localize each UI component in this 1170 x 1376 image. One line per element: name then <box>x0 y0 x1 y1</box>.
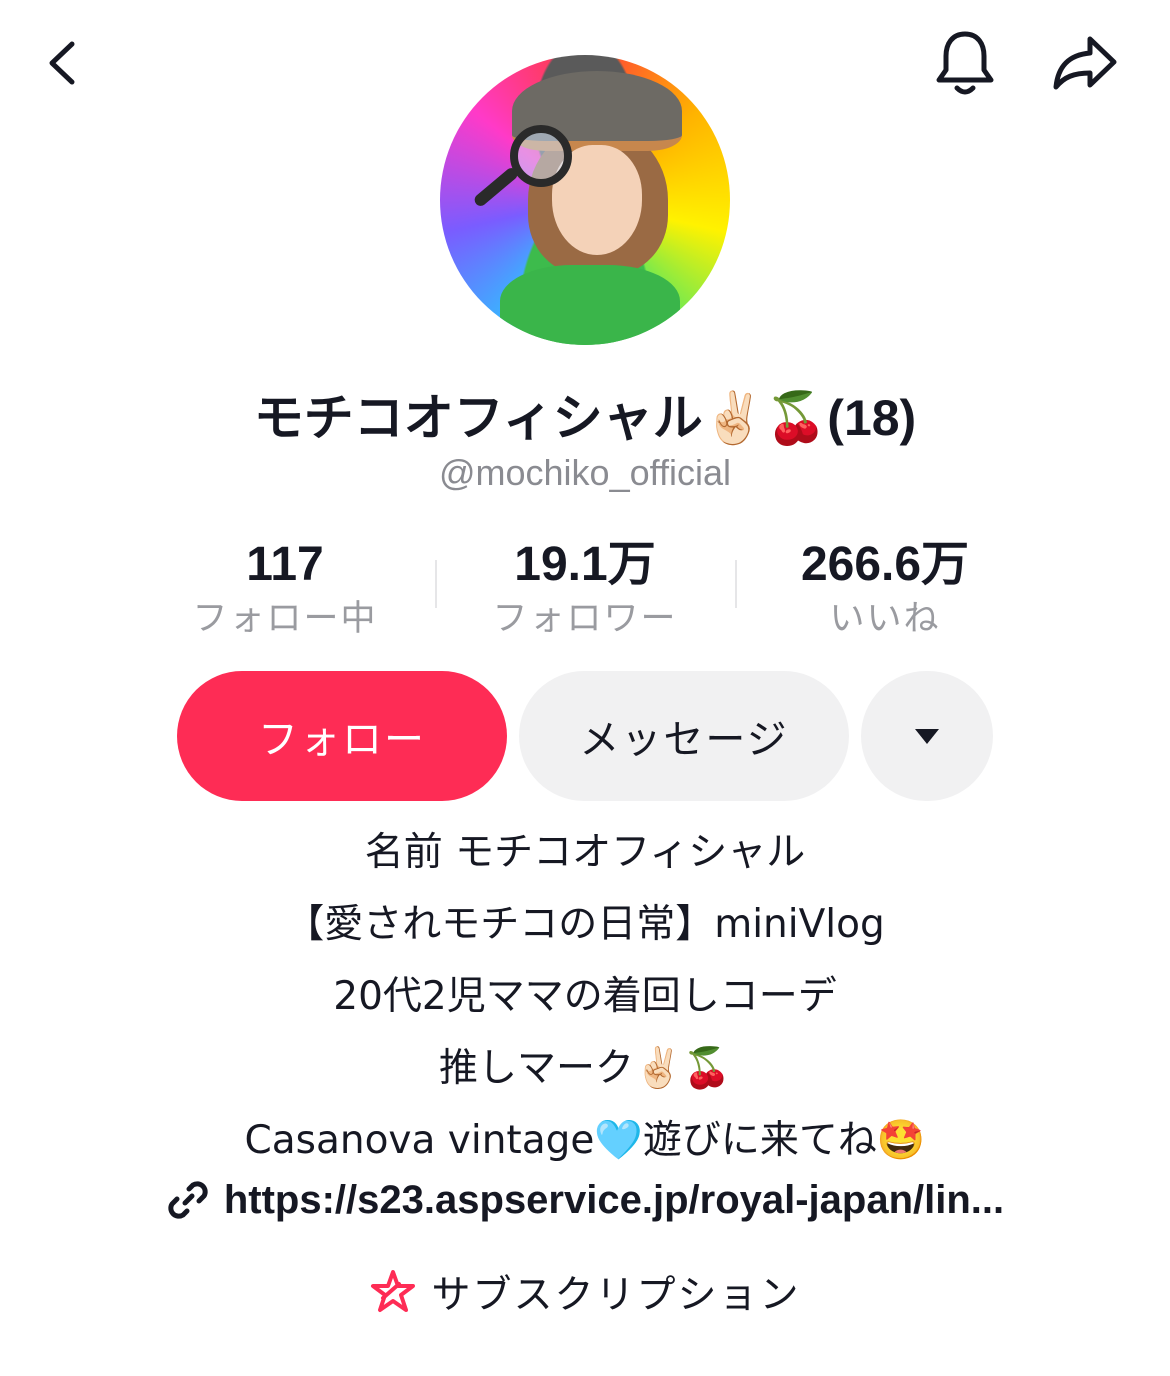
stat-value: 117 <box>246 538 324 591</box>
link-icon <box>168 1181 208 1219</box>
bio-link[interactable]: https://s23.aspservice.jp/royal-japan/li… <box>135 1172 1035 1228</box>
display-name: モチコオフィシャル✌🏻🍒(18) <box>253 390 917 446</box>
bell-icon <box>936 31 994 95</box>
stat-label: フォロワー <box>492 599 678 639</box>
subscription-label: サブスクリプション <box>431 1273 801 1318</box>
follow-button[interactable]: フォロー <box>177 671 507 801</box>
bio-line: 名前 モチコオフィシャル <box>364 830 806 875</box>
subscription-button[interactable]: サブスクリプション <box>0 1262 1170 1322</box>
magnifier-graphic <box>510 125 572 187</box>
bio-line: Casanova vintage🩵遊びに来てね🤩 <box>244 1118 926 1163</box>
bio-line: 20代2児ママの着回しコーデ <box>333 974 837 1019</box>
stat-label: いいね <box>829 599 941 639</box>
star-icon <box>371 1270 416 1312</box>
chevron-left-icon <box>49 41 75 85</box>
message-button[interactable]: メッセージ <box>519 671 849 801</box>
more-options-button[interactable] <box>861 671 993 801</box>
avatar[interactable] <box>440 55 730 345</box>
stat-followers[interactable]: 19.1万 フォロワー <box>435 538 735 642</box>
stat-following[interactable]: 117 フォロー中 <box>135 538 435 642</box>
bio-line: 【愛されモチコの日常】miniVlog <box>285 902 885 947</box>
link-url[interactable]: https://s23.aspservice.jp/royal-japan/li… <box>224 1178 1004 1223</box>
stat-value: 266.6万 <box>800 538 970 591</box>
back-button[interactable] <box>20 18 110 108</box>
stat-value: 19.1万 <box>514 538 656 591</box>
stat-label: フォロー中 <box>192 599 378 639</box>
caret-down-icon <box>915 729 939 744</box>
bio-line: 推しマーク✌🏻🍒 <box>438 1046 732 1091</box>
share-button[interactable] <box>1040 18 1130 108</box>
stat-likes[interactable]: 266.6万 いいね <box>735 538 1035 642</box>
notification-button[interactable] <box>920 18 1010 108</box>
username: @mochiko_official <box>438 452 731 493</box>
share-arrow-icon <box>1053 36 1117 90</box>
profile-page: モチコオフィシャル✌🏻🍒(18) @mochiko_official 117 フ… <box>0 0 1170 1376</box>
